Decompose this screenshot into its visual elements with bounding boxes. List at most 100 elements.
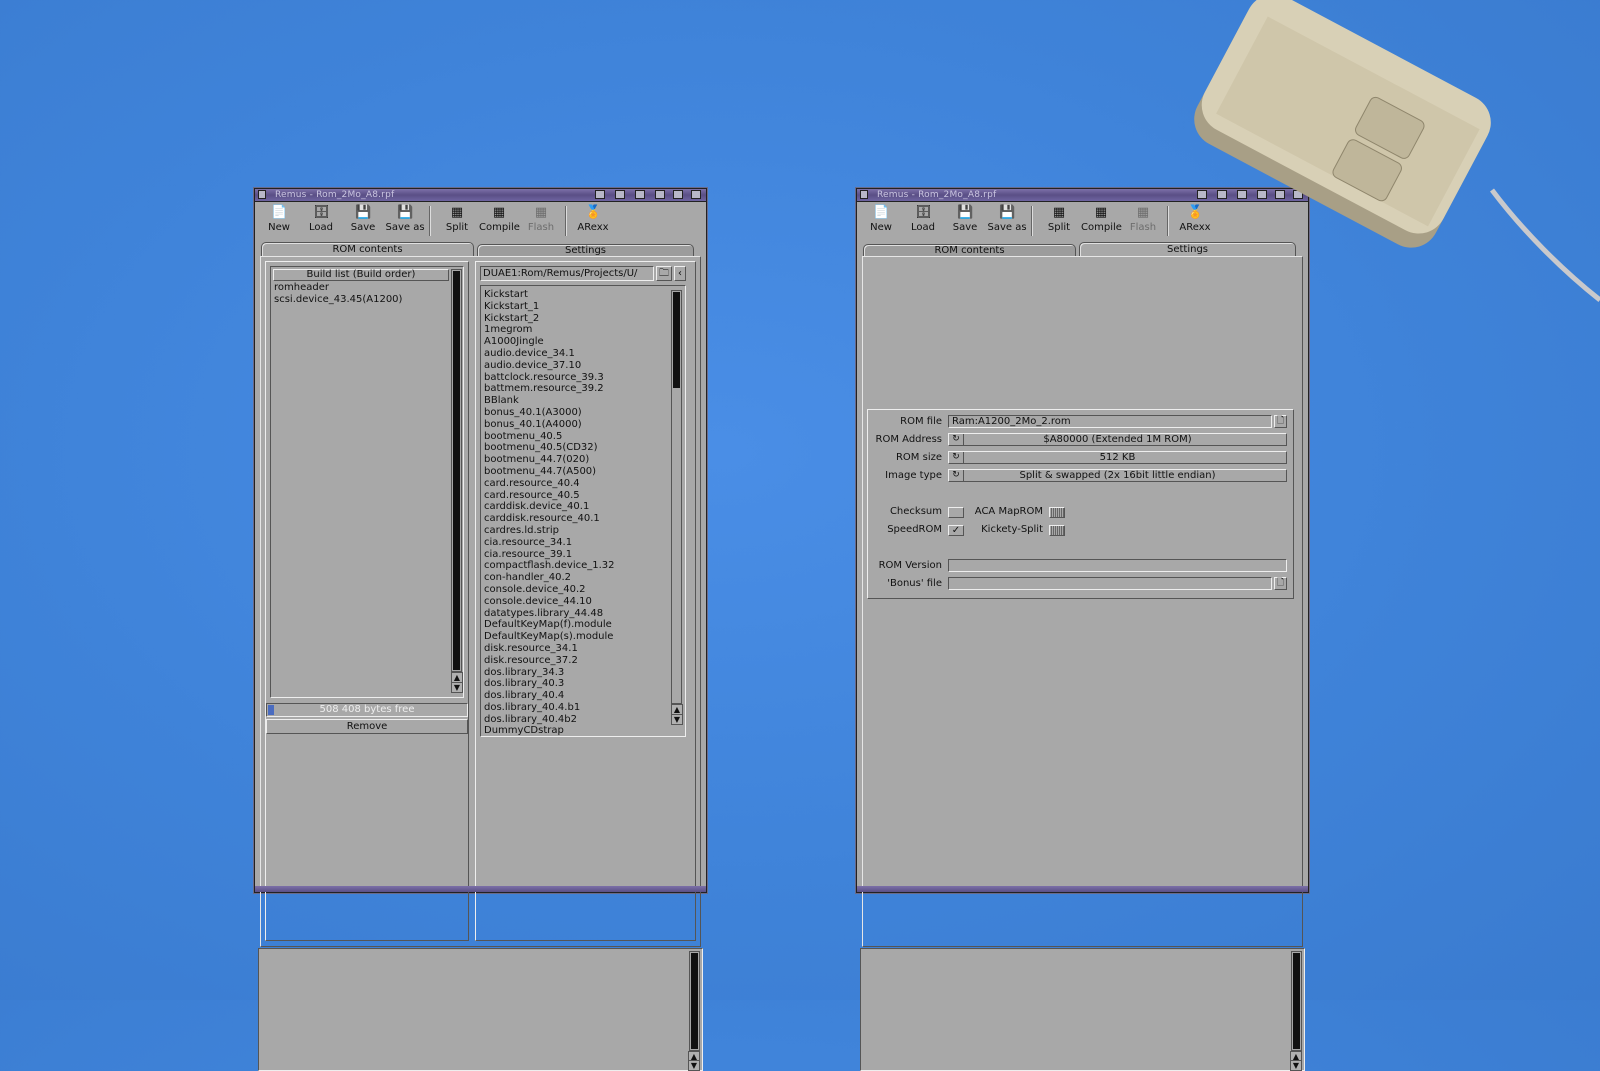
list-item[interactable]: cia.resource_39.1 xyxy=(484,549,615,561)
list-item[interactable]: console.device_44.10 xyxy=(484,596,615,608)
load-button[interactable]: 🗄 Load xyxy=(903,204,943,234)
split-button[interactable]: ▦ Split xyxy=(1039,204,1079,234)
list-item[interactable]: cia.resource_34.1 xyxy=(484,537,615,549)
load-button[interactable]: 🗄 Load xyxy=(301,204,341,234)
list-item[interactable]: battclock.resource_39.3 xyxy=(484,372,615,384)
rom-file-field[interactable]: Ram:A1200_2Mo_2.rom xyxy=(948,415,1272,428)
list-item[interactable]: datatypes.library_44.48 xyxy=(484,608,615,620)
list-item[interactable]: DummyCDstrap xyxy=(484,725,615,737)
tab-rom-contents[interactable]: ROM contents xyxy=(261,242,474,256)
list-item[interactable]: DefaultKeyMap(s).module xyxy=(484,631,615,643)
zoom-gadget[interactable] xyxy=(655,190,665,199)
image-type-cycle[interactable]: ↻ Split & swapped (2x 16bit little endian… xyxy=(948,469,1287,482)
list-item[interactable]: disk.resource_34.1 xyxy=(484,643,615,655)
list-item[interactable]: DefaultKeyMap(f).module xyxy=(484,619,615,631)
snapshot-gadget[interactable] xyxy=(615,190,625,199)
remove-button[interactable]: Remove xyxy=(266,719,468,734)
save-button[interactable]: 💾 Save xyxy=(343,204,383,234)
save-as-button[interactable]: 💾 Save as xyxy=(385,204,425,234)
parent-icon[interactable]: ‹ xyxy=(674,266,686,281)
list-item[interactable]: con-handler_40.2 xyxy=(484,572,615,584)
list-item[interactable]: bootmenu_44.7(020) xyxy=(484,454,615,466)
flash-button[interactable]: ▦ Flash xyxy=(1123,204,1163,234)
rom-address-cycle[interactable]: ↻ $A80000 (Extended 1M ROM) xyxy=(948,433,1287,446)
list-item[interactable]: dos.library_40.4b2 xyxy=(484,714,615,726)
save-button[interactable]: 💾 Save xyxy=(945,204,985,234)
tab-settings[interactable]: Settings xyxy=(477,244,694,256)
scrollbar-thumb[interactable] xyxy=(453,271,460,670)
close-gadget[interactable] xyxy=(860,190,868,199)
scrollbar-thumb[interactable] xyxy=(673,292,680,388)
modules-scrollbar[interactable] xyxy=(671,290,682,704)
list-item[interactable]: compactflash.device_1.32 xyxy=(484,560,615,572)
list-item[interactable]: bootmenu_44.7(A500) xyxy=(484,466,615,478)
list-item[interactable]: Kickstart_2 xyxy=(484,313,615,325)
new-button[interactable]: 📄 New xyxy=(861,204,901,234)
arexx-button[interactable]: 🏅 ARexx xyxy=(573,204,613,234)
compile-button[interactable]: ▦ Compile xyxy=(1081,204,1122,234)
scroll-down-icon[interactable]: ▼ xyxy=(451,682,463,693)
list-item[interactable]: dos.library_40.4 xyxy=(484,690,615,702)
build-list-scrollbar[interactable] xyxy=(451,269,462,672)
depth-gadget-2[interactable] xyxy=(691,190,701,199)
tab-rom-contents[interactable]: ROM contents xyxy=(863,244,1076,256)
build-list-header[interactable]: Build list (Build order) xyxy=(273,269,449,281)
list-item[interactable]: bonus_40.1(A4000) xyxy=(484,419,615,431)
path-field[interactable]: DUAE1:Rom/Remus/Projects/U/ xyxy=(480,266,654,281)
list-item[interactable]: dos.library_34.3 xyxy=(484,667,615,679)
list-item[interactable]: audio.device_34.1 xyxy=(484,348,615,360)
scroll-down-icon[interactable]: ▼ xyxy=(1290,1060,1302,1071)
file-requester-icon[interactable]: 🗋 xyxy=(1274,577,1287,590)
save-as-button[interactable]: 💾 Save as xyxy=(987,204,1027,234)
window-bottom-border[interactable] xyxy=(857,886,1308,892)
list-item[interactable]: battmem.resource_39.2 xyxy=(484,383,615,395)
drawer-icon[interactable]: 🗀 xyxy=(656,266,672,281)
list-item[interactable]: 1megrom xyxy=(484,324,615,336)
list-item[interactable]: disk.resource_37.2 xyxy=(484,655,615,667)
speedrom-checkbox[interactable]: ✓ xyxy=(948,525,964,536)
scrollbar-thumb[interactable] xyxy=(1293,953,1300,1049)
list-item[interactable]: scsi.device_43.45(A1200) xyxy=(274,294,402,306)
list-item[interactable]: A1000Jingle xyxy=(484,336,615,348)
title-bar[interactable]: Remus - Rom_2Mo_A8.rpf xyxy=(255,189,706,202)
list-item[interactable]: bonus_40.1(A3000) xyxy=(484,407,615,419)
close-gadget[interactable] xyxy=(258,190,266,199)
aca-maprom-checkbox[interactable] xyxy=(1049,507,1065,518)
build-list[interactable]: Build list (Build order) romheader scsi.… xyxy=(270,266,464,698)
list-item[interactable]: carddisk.device_40.1 xyxy=(484,501,615,513)
list-item[interactable]: Kickstart xyxy=(484,289,615,301)
popup-gadget[interactable] xyxy=(635,190,645,199)
checksum-checkbox[interactable] xyxy=(948,507,964,518)
list-item[interactable]: bootmenu_40.5(CD32) xyxy=(484,442,615,454)
modules-list[interactable]: Kickstart Kickstart_1 Kickstart_2 1megrom A1… xyxy=(480,285,686,737)
flash-button[interactable]: ▦ Flash xyxy=(521,204,561,234)
list-item[interactable]: audio.device_37.10 xyxy=(484,360,615,372)
list-item[interactable]: console.device_40.2 xyxy=(484,584,615,596)
file-requester-icon[interactable]: 🗋 xyxy=(1274,415,1287,428)
list-item[interactable]: card.resource_40.5 xyxy=(484,490,615,502)
list-item[interactable]: cardres.ld.strip xyxy=(484,525,615,537)
list-item[interactable]: romheader xyxy=(274,282,402,294)
list-item[interactable]: carddisk.resource_40.1 xyxy=(484,513,615,525)
log-scrollbar[interactable] xyxy=(1291,951,1302,1051)
scrollbar-thumb[interactable] xyxy=(691,953,698,1049)
new-button[interactable]: 📄 New xyxy=(259,204,299,234)
split-button[interactable]: ▦ Split xyxy=(437,204,477,234)
depth-gadget[interactable] xyxy=(673,190,683,199)
list-item[interactable]: dos.library_40.4.b1 xyxy=(484,702,615,714)
compile-button[interactable]: ▦ Compile xyxy=(479,204,520,234)
scroll-down-icon[interactable]: ▼ xyxy=(671,714,683,725)
log-scrollbar[interactable] xyxy=(689,951,700,1051)
scroll-down-icon[interactable]: ▼ xyxy=(688,1060,700,1071)
window-bottom-border[interactable] xyxy=(255,886,706,892)
list-item[interactable]: Kickstart_1 xyxy=(484,301,615,313)
bonus-file-field[interactable] xyxy=(948,577,1272,590)
list-item[interactable]: bootmenu_40.5 xyxy=(484,431,615,443)
list-item[interactable]: BBlank xyxy=(484,395,615,407)
list-item[interactable]: card.resource_40.4 xyxy=(484,478,615,490)
rom-size-cycle[interactable]: ↻ 512 KB xyxy=(948,451,1287,464)
list-item[interactable]: dos.library_40.3 xyxy=(484,678,615,690)
iconify-gadget[interactable] xyxy=(595,190,605,199)
kickety-split-checkbox[interactable] xyxy=(1049,525,1065,536)
rom-version-field[interactable] xyxy=(948,559,1287,572)
